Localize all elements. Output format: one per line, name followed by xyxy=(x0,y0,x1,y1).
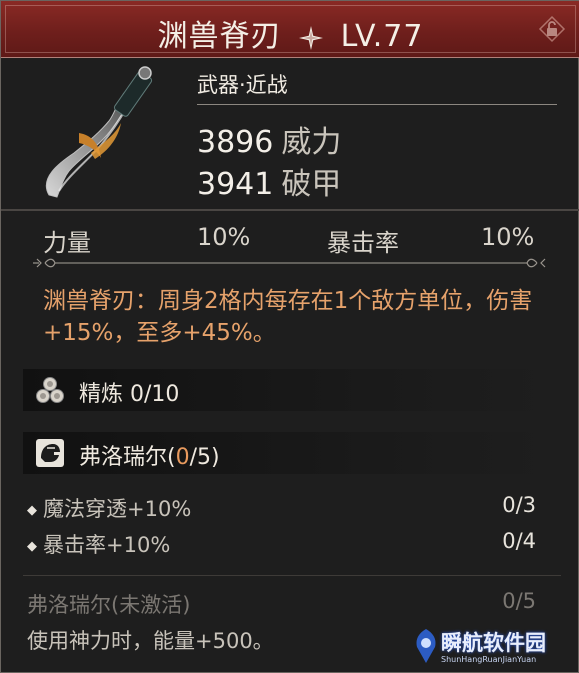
power-label: 威力 xyxy=(281,125,342,160)
power-stat: 3896 威力 xyxy=(197,117,341,161)
perk-label: 魔法穿透+10% xyxy=(43,497,192,521)
set-perk: ◆ 魔法穿透+10% xyxy=(27,497,192,521)
inactive-set-label: 弗洛瑞尔(未激活) xyxy=(27,593,191,617)
item-name: 渊兽脊刃 xyxy=(157,19,282,54)
four-point-star-icon xyxy=(299,25,324,50)
item-header: 渊兽脊刃 LV.77 xyxy=(1,1,579,58)
set-name: 弗洛瑞尔( xyxy=(79,445,176,470)
divider xyxy=(23,575,561,576)
set-total: /5) xyxy=(189,445,220,470)
item-level: LV.77 xyxy=(340,19,424,54)
pierce-stat: 3941 破甲 xyxy=(197,159,341,203)
ornament-divider xyxy=(33,258,546,268)
weapon-image xyxy=(46,66,153,198)
skill-description: 渊兽脊刃：周身2格内每存在1个敌方单位，伤害+15%，至多+45%。 xyxy=(43,288,533,346)
divider xyxy=(1,209,579,211)
inactive-set-desc: 使用神力时，能量+500。 xyxy=(27,629,274,653)
helmet-icon xyxy=(36,439,64,467)
substat-value: 10% xyxy=(481,223,535,251)
substat-value: 10% xyxy=(197,223,251,251)
divider xyxy=(197,104,557,105)
perk-label: 暴击率+10% xyxy=(43,533,171,557)
item-category: 武器·近战 xyxy=(197,73,288,97)
item-detail-panel: 渊兽脊刃 LV.77 武器·近战 3896 威力 3941 破甲 力量 10% … xyxy=(0,0,579,673)
watermark-subtitle: ShunHangRuanJianYuan xyxy=(441,655,537,664)
perk-progress: 0/3 xyxy=(502,493,536,517)
refine-gems-icon xyxy=(36,377,64,403)
lock-icon[interactable] xyxy=(538,15,566,43)
power-value: 3896 xyxy=(197,125,274,160)
substat-label: 暴击率 xyxy=(327,229,399,257)
item-title: 渊兽脊刃 LV.77 xyxy=(1,11,579,55)
perk-progress: 0/4 xyxy=(502,529,536,553)
refine-bar[interactable]: 精炼 0/10 xyxy=(23,369,561,411)
watermark: 瞬航软件园 ShunHangRuanJianYuan xyxy=(413,625,563,669)
refine-label: 精炼 0/10 xyxy=(79,382,180,407)
substat-label: 力量 xyxy=(43,229,91,257)
pierce-value: 3941 xyxy=(197,167,274,202)
set-count: 0 xyxy=(175,445,190,470)
set-bar[interactable]: 弗洛瑞尔(0/5) xyxy=(23,432,561,474)
inactive-set-progress: 0/5 xyxy=(502,589,536,613)
set-perk: ◆ 暴击率+10% xyxy=(27,533,171,557)
watermark-logo-icon xyxy=(416,629,436,663)
set-title: 弗洛瑞尔(0/5) xyxy=(79,439,220,471)
pierce-label: 破甲 xyxy=(281,167,342,202)
watermark-title: 瞬航软件园 xyxy=(441,631,546,655)
